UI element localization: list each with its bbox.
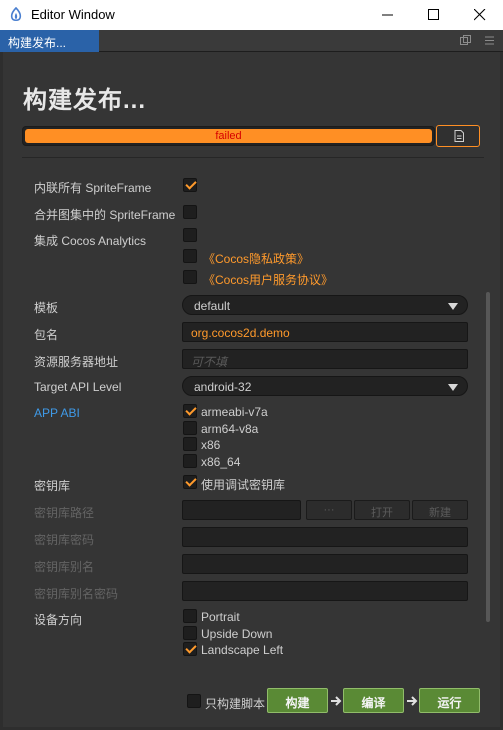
template-label: 模板: [34, 301, 59, 315]
browse-button[interactable]: ···: [306, 500, 352, 520]
target-api-label: Target API Level: [34, 380, 122, 394]
orientation-option-label: Landscape Left: [201, 643, 284, 657]
minimize-button[interactable]: [365, 0, 411, 30]
asset-server-label: 资源服务器地址: [34, 355, 119, 369]
arrow-right-icon: [331, 696, 342, 706]
popout-icon[interactable]: [460, 35, 471, 46]
tab-build-publish[interactable]: 构建发布...: [0, 30, 99, 52]
abi-option-label: x86: [201, 438, 221, 452]
inline-spriteframe-label: 内联所有 SpriteFrame: [34, 181, 152, 195]
privacy-policy-link[interactable]: 《Cocos隐私政策》: [203, 250, 309, 267]
abi-armeabi-v7a-checkbox[interactable]: [183, 404, 197, 418]
maximize-icon: [428, 9, 439, 20]
tab-label: 构建发布...: [8, 36, 67, 50]
orientation-portrait-checkbox[interactable]: [183, 609, 197, 623]
window-title-bar: Editor Window: [0, 0, 503, 30]
compile-button[interactable]: 编译: [343, 688, 404, 713]
keystore-password-label: 密钥库密码: [34, 533, 95, 547]
build-panel: 构建发布... failed 内联所有 SpriteFrame 合并图集中的 S…: [3, 52, 500, 727]
service-agreement-link[interactable]: 《Cocos用户服务协议》: [203, 271, 333, 288]
analytics-checkbox[interactable]: [183, 228, 197, 242]
merge-spriteframe-checkbox[interactable]: [183, 205, 197, 219]
analytics-label: 集成 Cocos Analytics: [34, 234, 147, 248]
arrow-right-icon: [407, 696, 418, 706]
options-scroll-area[interactable]: 内联所有 SpriteFrame 合并图集中的 SpriteFrame 集成 C…: [22, 157, 484, 663]
chevron-down-icon: [448, 384, 458, 391]
run-button[interactable]: 运行: [419, 688, 480, 713]
abi-x86-checkbox[interactable]: [183, 437, 197, 451]
orientation-option-label: Upside Down: [201, 627, 273, 641]
app-abi-label: APP ABI: [34, 406, 80, 420]
close-window-button[interactable]: [457, 0, 503, 30]
orientation-landscape-left-checkbox[interactable]: [183, 642, 197, 656]
template-value: default: [194, 299, 231, 313]
log-file-icon: [454, 130, 464, 142]
open-keystore-button[interactable]: 打开: [354, 500, 410, 520]
abi-option-label: arm64-v8a: [201, 422, 259, 436]
page-title: 构建发布...: [23, 87, 147, 114]
keystore-password-input[interactable]: [182, 527, 468, 547]
scrollbar[interactable]: [486, 292, 490, 622]
new-keystore-button[interactable]: 新建: [412, 500, 468, 520]
debug-keystore-checkbox[interactable]: [183, 475, 197, 489]
target-api-select[interactable]: android-32: [182, 376, 468, 396]
inline-spriteframe-checkbox[interactable]: [183, 178, 197, 192]
abi-option-label: armeabi-v7a: [201, 405, 268, 419]
maximize-button[interactable]: [411, 0, 457, 30]
package-name-input[interactable]: org.cocos2d.demo: [182, 322, 468, 342]
cocos-app-icon: [10, 7, 22, 22]
abi-arm64-v8a-checkbox[interactable]: [183, 421, 197, 435]
minimize-icon: [382, 14, 393, 16]
template-select[interactable]: default: [182, 295, 468, 315]
open-log-button[interactable]: [436, 125, 480, 147]
orientation-option-label: Portrait: [201, 610, 240, 624]
script-only-label: 只构建脚本: [205, 697, 266, 711]
build-progress-bar: failed: [22, 126, 435, 146]
keystore-alias-label: 密钥库别名: [34, 560, 95, 574]
menu-icon[interactable]: [484, 35, 495, 46]
orientation-label: 设备方向: [34, 613, 83, 627]
alias-password-label: 密钥库别名密码: [34, 587, 119, 601]
keystore-alias-input[interactable]: [182, 554, 468, 574]
orientation-upside-down-checkbox[interactable]: [183, 626, 197, 640]
abi-option-label: x86_64: [201, 455, 241, 469]
window-title: Editor Window: [31, 7, 115, 22]
privacy-policy-checkbox[interactable]: [183, 249, 197, 263]
close-icon: [474, 9, 486, 21]
keystore-path-label: 密钥库路径: [34, 506, 95, 520]
package-name-label: 包名: [34, 328, 59, 342]
build-button[interactable]: 构建: [267, 688, 328, 713]
target-api-value: android-32: [194, 380, 252, 394]
progress-status-text: failed: [215, 130, 242, 142]
keystore-label: 密钥库: [34, 479, 71, 493]
merge-spriteframe-label: 合并图集中的 SpriteFrame: [34, 208, 176, 222]
keystore-path-input[interactable]: [182, 500, 301, 520]
service-agreement-checkbox[interactable]: [183, 270, 197, 284]
chevron-down-icon: [448, 303, 458, 310]
script-only-checkbox[interactable]: [187, 694, 201, 708]
debug-keystore-label: 使用调试密钥库: [201, 478, 286, 492]
asset-server-input[interactable]: 可不填: [182, 349, 468, 369]
abi-x86-64-checkbox[interactable]: [183, 454, 197, 468]
alias-password-input[interactable]: [182, 581, 468, 601]
tab-strip: 构建发布...: [0, 30, 503, 52]
